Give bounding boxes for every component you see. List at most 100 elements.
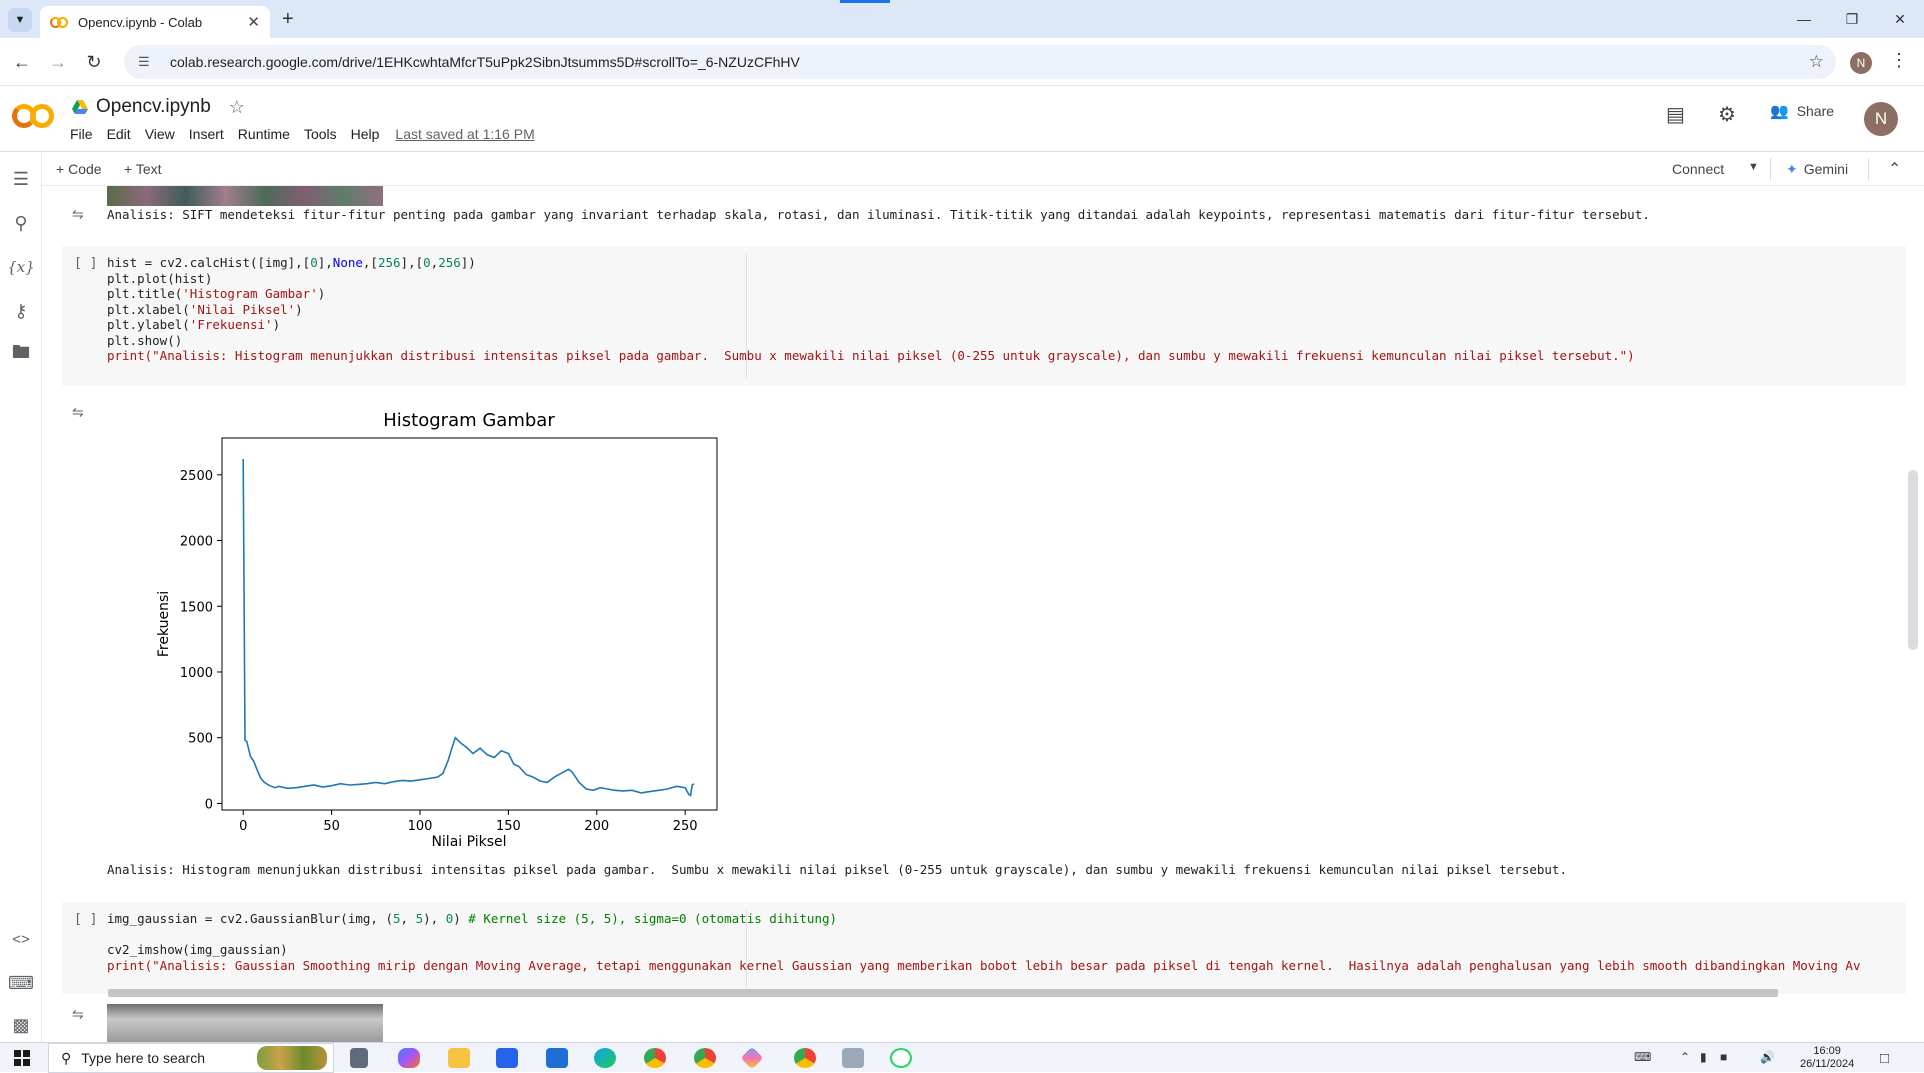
x-tick-label: 0 xyxy=(239,819,247,834)
windows-start-icon[interactable] xyxy=(14,1050,30,1066)
horizontal-scrollbar[interactable] xyxy=(108,989,1778,997)
gemini-spark-icon: ✦ xyxy=(1786,161,1798,177)
add-text-label: Text xyxy=(135,161,162,177)
windows-taskbar: ⚲ Type here to search ⌨ ⌃ ▮ ■ 🔊 16:09 26/… xyxy=(0,1042,1924,1073)
files-folder-icon[interactable]: 🖿 xyxy=(8,342,34,368)
add-text-button[interactable]: + Text xyxy=(124,161,162,177)
people-icon: 👥 xyxy=(1770,103,1789,120)
url-text: colab.research.google.com/drive/1EHKcwht… xyxy=(170,54,800,70)
code-snippets-icon[interactable]: <> xyxy=(8,926,34,952)
collapse-header-icon[interactable]: ⌃ xyxy=(1888,159,1901,179)
menu-help[interactable]: Help xyxy=(351,126,380,142)
histogram-series-line xyxy=(242,458,695,797)
settings-gear-icon[interactable]: ⚙ xyxy=(1718,102,1736,127)
menu-file[interactable]: File xyxy=(70,126,93,142)
vertical-scrollbar[interactable] xyxy=(1908,470,1918,650)
bookmark-star-icon[interactable]: ☆ xyxy=(1809,52,1824,72)
variables-icon[interactable]: {x} xyxy=(7,254,35,280)
menu-edit[interactable]: Edit xyxy=(107,126,131,142)
search-icon[interactable]: ⚲ xyxy=(8,210,34,236)
terminal-icon[interactable]: ▩ xyxy=(8,1012,34,1038)
comments-icon[interactable]: ▤ xyxy=(1666,102,1685,127)
chrome-app-icon[interactable] xyxy=(794,1048,816,1068)
x-tick-label: 200 xyxy=(584,819,609,834)
whatsapp-icon[interactable] xyxy=(890,1048,912,1068)
y-tick-label: 500 xyxy=(188,732,213,747)
battery-icon[interactable]: ▮ xyxy=(1700,1050,1707,1064)
sift-analysis-output: Analisis: SIFT mendeteksi fitur-fitur pe… xyxy=(107,207,1650,222)
mail-icon[interactable] xyxy=(546,1048,568,1068)
notebook-area: ⇋ Analisis: SIFT mendeteksi fitur-fitur … xyxy=(42,186,1924,1042)
browser-tab[interactable]: Opencv.ipynb - Colab ✕ xyxy=(40,6,270,38)
store-icon[interactable] xyxy=(496,1048,518,1068)
colab-header: Opencv.ipynb ☆ File Edit View Insert Run… xyxy=(0,86,1924,152)
gemini-button[interactable]: ✦ Gemini xyxy=(1786,161,1848,178)
add-code-button[interactable]: + Code xyxy=(56,161,102,177)
volume-icon[interactable]: 🔊 xyxy=(1760,1050,1775,1064)
y-tick-label: 1000 xyxy=(180,666,213,681)
forward-icon[interactable]: → xyxy=(44,48,72,76)
browser-profile-avatar[interactable]: N xyxy=(1850,52,1872,74)
edge-icon[interactable] xyxy=(594,1048,616,1068)
y-tick-label: 0 xyxy=(205,797,213,812)
menu-tools[interactable]: Tools xyxy=(304,126,337,142)
clock-time: 16:09 xyxy=(1813,1045,1841,1057)
cell-source-code[interactable]: hist = cv2.calcHist([img],[0],None,[256]… xyxy=(107,255,1635,364)
chart-title: Histogram Gambar xyxy=(383,410,555,431)
menu-runtime[interactable]: Runtime xyxy=(238,126,290,142)
taskbar-search-box[interactable]: ⚲ Type here to search xyxy=(48,1043,334,1073)
connect-dropdown-icon[interactable]: ▼ xyxy=(1748,161,1759,173)
browser-tab-bar: ▼ Opencv.ipynb - Colab ✕ + — ❐ ✕ xyxy=(0,0,1924,38)
table-of-contents-icon[interactable]: ☰ xyxy=(8,166,34,192)
file-explorer-icon[interactable] xyxy=(448,1048,470,1068)
url-field[interactable]: ☰ colab.research.google.com/drive/1EHKcw… xyxy=(124,45,1836,79)
reload-icon[interactable]: ↻ xyxy=(80,48,108,76)
menu-insert[interactable]: Insert xyxy=(189,126,224,142)
colab-favicon-icon xyxy=(50,16,68,28)
menu-bar: File Edit View Insert Runtime Tools Help… xyxy=(70,126,549,142)
cell-source-code[interactable]: img_gaussian = cv2.GaussianBlur(img, (5,… xyxy=(107,911,1897,973)
chrome-profile-icon[interactable] xyxy=(694,1048,716,1068)
histogram-analysis-output: Analisis: Histogram menunjukkan distribu… xyxy=(107,862,1567,877)
x-tick-label: 100 xyxy=(408,819,433,834)
share-button[interactable]: 👥 Share xyxy=(1770,102,1834,120)
gemini-label: Gemini xyxy=(1803,161,1849,177)
tab-search-button[interactable]: ▼ xyxy=(8,8,32,32)
connect-button[interactable]: Connect xyxy=(1672,161,1724,177)
run-cell-button[interactable]: [ ] xyxy=(74,912,97,927)
run-cell-button[interactable]: [ ] xyxy=(74,256,97,271)
close-window-icon[interactable]: ✕ xyxy=(1872,0,1924,38)
new-tab-button[interactable]: + xyxy=(282,8,294,31)
chrome-icon[interactable] xyxy=(644,1048,666,1068)
last-saved-link[interactable]: Last saved at 1:16 PM xyxy=(395,126,534,142)
star-notebook-icon[interactable]: ☆ xyxy=(229,97,245,118)
app-icon[interactable] xyxy=(740,1046,764,1070)
toolbar-divider xyxy=(1770,158,1771,180)
keyboard-icon[interactable]: ⌨ xyxy=(1634,1050,1651,1064)
user-avatar[interactable]: N xyxy=(1864,102,1898,136)
system-clock[interactable]: 16:09 26/11/2024 xyxy=(1800,1045,1854,1071)
browser-menu-icon[interactable]: ⋮ xyxy=(1890,50,1908,71)
plot-frame xyxy=(221,437,718,811)
share-label: Share xyxy=(1796,103,1835,119)
notifications-icon[interactable]: □ xyxy=(1880,1050,1889,1067)
network-icon[interactable]: ■ xyxy=(1720,1050,1727,1064)
copilot-icon[interactable] xyxy=(398,1048,420,1068)
back-icon[interactable]: ← xyxy=(8,48,36,76)
drive-icon xyxy=(72,100,88,114)
close-tab-icon[interactable]: ✕ xyxy=(247,13,260,31)
code-cell-gaussian[interactable]: [ ] img_gaussian = cv2.GaussianBlur(img,… xyxy=(62,902,1906,994)
colab-logo-icon[interactable] xyxy=(12,102,56,130)
output-toggle-icon[interactable]: ⇋ xyxy=(72,206,92,224)
code-cell-histogram[interactable]: [ ] hist = cv2.calcHist([img],[0],None,[… xyxy=(62,246,1906,386)
notebook-title[interactable]: Opencv.ipynb xyxy=(96,96,211,118)
site-info-icon[interactable]: ☰ xyxy=(138,54,156,70)
task-view-icon[interactable] xyxy=(350,1048,368,1068)
menu-view[interactable]: View xyxy=(145,126,175,142)
y-axis: 0 500 1000 1500 2000 2500 xyxy=(180,469,222,812)
command-palette-icon[interactable]: ⌨ xyxy=(8,970,34,996)
output-toggle-icon[interactable]: ⇋ xyxy=(72,1006,92,1024)
app-icon[interactable] xyxy=(842,1048,864,1068)
tray-overflow-icon[interactable]: ⌃ xyxy=(1680,1050,1690,1064)
secrets-key-icon[interactable]: ⚷ xyxy=(8,298,34,324)
